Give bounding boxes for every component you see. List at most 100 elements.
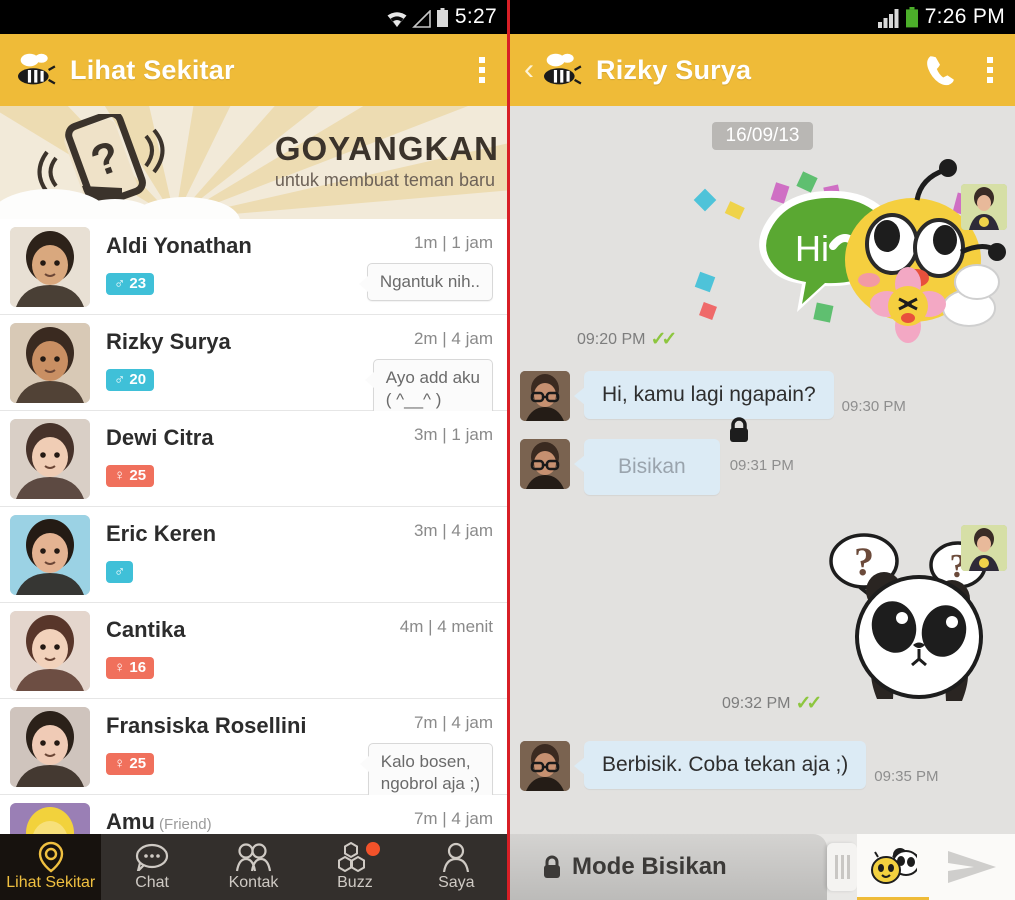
contact-distance-time: 4m | 4 menit	[399, 617, 493, 636]
avatar[interactable]	[10, 803, 90, 838]
contact-status-quote: Ayo add aku( ^__^ )	[363, 359, 493, 419]
contact-distance-time: 3m | 4 jam	[413, 521, 493, 540]
contact-row[interactable]: Fransiska Rosellini ♀ 25 7m | 4 jam Kalo bo…	[0, 699, 507, 803]
bottom-tab-bar[interactable]: Lihat Sekitar Chat Kontak Buzz Saya	[0, 834, 507, 900]
signal-icon	[411, 10, 431, 28]
chat-title: Rizky Surya	[596, 54, 752, 85]
contact-row[interactable]: Rizky Surya ♂ 20 2m | 4 jam Ayo add aku( ^_…	[0, 315, 507, 419]
contact-status-quote: Kalo bosen, ngobrol aja ;)	[358, 743, 493, 803]
tab-label: Kontak	[228, 874, 279, 891]
tab-label: Chat	[135, 874, 169, 891]
dual-screenshot: 5:27 Lihat Sekitar ? GOYANGKAN untuk mem…	[0, 0, 1015, 900]
avatar[interactable]	[10, 227, 90, 307]
tab-kontak[interactable]: Kontak	[203, 834, 304, 900]
svg-text:?: ?	[854, 539, 874, 584]
contact-distance-time: 2m | 4 jam	[413, 329, 493, 348]
banner-title: GOYANGKAN	[274, 130, 499, 167]
contact-row[interactable]: Dewi Citra ♀ 25 3m | 1 jam	[0, 411, 507, 507]
status-icons	[386, 6, 449, 28]
message-whisper[interactable]: Bisikan 09:31 PM	[510, 417, 1015, 495]
date-chip: 16/09/13	[711, 122, 814, 150]
contacts-people-icon	[235, 842, 273, 872]
bee-logo	[18, 53, 56, 85]
message-text: Berbisik. Coba tekan aja ;)	[602, 753, 849, 776]
avatar[interactable]	[10, 323, 90, 403]
gender-age-badge: ♀ 25	[106, 465, 155, 487]
read-receipt-icon: ✓✓	[650, 329, 677, 350]
message-bubble[interactable]: Berbisik. Coba tekan aja ;)	[573, 741, 867, 789]
tab-chat[interactable]: Chat	[101, 834, 202, 900]
contact-status-quote: Ngantuk nih..	[357, 263, 493, 301]
avatar[interactable]	[10, 611, 90, 691]
timestamp: 09:35 PM	[874, 768, 939, 785]
avatar[interactable]	[10, 419, 90, 499]
timestamp: 09:31 PM	[729, 457, 794, 474]
contact-row[interactable]: Amu (Friend)♀7m | 4 jam	[0, 795, 507, 838]
contact-row[interactable]: Eric Keren ♂ 3m | 4 jam	[0, 507, 507, 603]
overflow-menu-icon[interactable]	[471, 53, 493, 87]
tab-buzz[interactable]: Buzz	[304, 834, 405, 900]
contact-distance-time: 1m | 1 jam	[413, 233, 493, 252]
avatar[interactable]	[961, 525, 1007, 571]
timestamp: 09:32 PM	[722, 694, 791, 712]
tab-label: Lihat Sekitar	[6, 874, 96, 891]
avatar[interactable]	[961, 184, 1007, 230]
left-status-bar: 5:27	[0, 0, 507, 34]
read-receipt-icon: ✓✓	[795, 693, 822, 714]
back-chevron-icon[interactable]: ‹	[524, 55, 534, 85]
right-clock: 7:26 PM	[924, 5, 1005, 28]
bee-logo	[544, 53, 582, 85]
chat-bubble-icon	[134, 842, 170, 872]
lock-icon	[729, 417, 748, 442]
location-pin-icon	[36, 841, 66, 873]
message-sticker-panda[interactable]: ? ? 09:32 PM ✓✓	[510, 525, 1015, 719]
gender-age-badge: ♀ 16	[106, 657, 155, 679]
phone-icon[interactable]	[923, 53, 957, 87]
timestamp: 09:20 PM	[577, 330, 646, 348]
overflow-menu-icon[interactable]	[979, 53, 1001, 87]
person-icon	[442, 842, 470, 872]
message-sticker-bee[interactable]: Hi 09:20 PM ✓✓	[510, 156, 1015, 351]
message-text: Hi, kamu lagi ngapain?	[602, 383, 816, 406]
contact-distance-time: 7m | 4 jam	[413, 713, 493, 732]
avatar[interactable]	[10, 707, 90, 787]
bee-hi-sticker: Hi 09:20 PM ✓✓	[577, 156, 1007, 351]
right-action-bar: ‹ Rizky Surya	[510, 34, 1015, 106]
contact-distance-time: 7m | 4 jam	[413, 809, 493, 828]
tab-lihat-sekitar[interactable]: Lihat Sekitar	[0, 834, 102, 900]
contact-row[interactable]: Aldi Yonathan ♂ 23 1m | 1 jam Ngantuk nih..	[0, 219, 507, 315]
shake-banner[interactable]: ? GOYANGKAN untuk membuat teman baru	[0, 106, 507, 219]
contact-row[interactable]: Cantika ♀ 16 4m | 4 menit	[0, 603, 507, 699]
gender-age-badge: ♂ 23	[106, 273, 155, 295]
avatar[interactable]	[520, 741, 570, 791]
whisper-bubble[interactable]: Bisikan	[574, 439, 720, 495]
gender-age-badge: ♂	[106, 561, 134, 583]
sticker-timestamp: 09:20 PM ✓✓	[577, 328, 677, 351]
drag-handle[interactable]	[827, 843, 857, 891]
tab-saya[interactable]: Saya	[406, 834, 507, 900]
avatar[interactable]	[520, 371, 570, 421]
chat-message-area[interactable]: 16/09/13 Hi 09:20 PM ✓✓ Hi, kamu lagi ng…	[510, 106, 1015, 834]
gender-age-badge: ♀ 25	[106, 753, 155, 775]
friend-tag: (Friend)	[154, 816, 212, 833]
send-arrow-icon[interactable]	[929, 834, 1015, 900]
banner-subtitle: untuk membuat teman baru	[274, 170, 495, 190]
message-incoming[interactable]: Hi, kamu lagi ngapain? 09:30 PM	[510, 371, 1015, 421]
avatar[interactable]	[520, 439, 570, 489]
whisper-text: Bisikan	[618, 455, 686, 478]
left-page-title: Lihat Sekitar	[70, 54, 235, 85]
avatar[interactable]	[10, 515, 90, 595]
sticker-panda-icon[interactable]	[857, 834, 929, 900]
contact-distance-time: 3m | 1 jam	[413, 425, 493, 444]
whisper-mode-label: Mode Bisikan	[572, 853, 727, 880]
wifi-icon	[387, 12, 407, 27]
message-bubble[interactable]: Hi, kamu lagi ngapain?	[574, 371, 834, 419]
whisper-mode-field[interactable]: Mode Bisikan	[510, 834, 827, 900]
nearby-contact-list[interactable]: Aldi Yonathan ♂ 23 1m | 1 jam Ngantuk nih..…	[0, 219, 507, 838]
banner-text: GOYANGKAN untuk membuat teman baru	[275, 130, 499, 191]
left-clock: 5:27	[454, 5, 497, 28]
status-icons	[877, 6, 919, 28]
timestamp: 09:30 PM	[841, 398, 906, 415]
chat-input-bar[interactable]: Mode Bisikan	[510, 834, 1015, 900]
message-incoming[interactable]: Berbisik. Coba tekan aja ;) 09:35 PM	[510, 741, 1015, 791]
